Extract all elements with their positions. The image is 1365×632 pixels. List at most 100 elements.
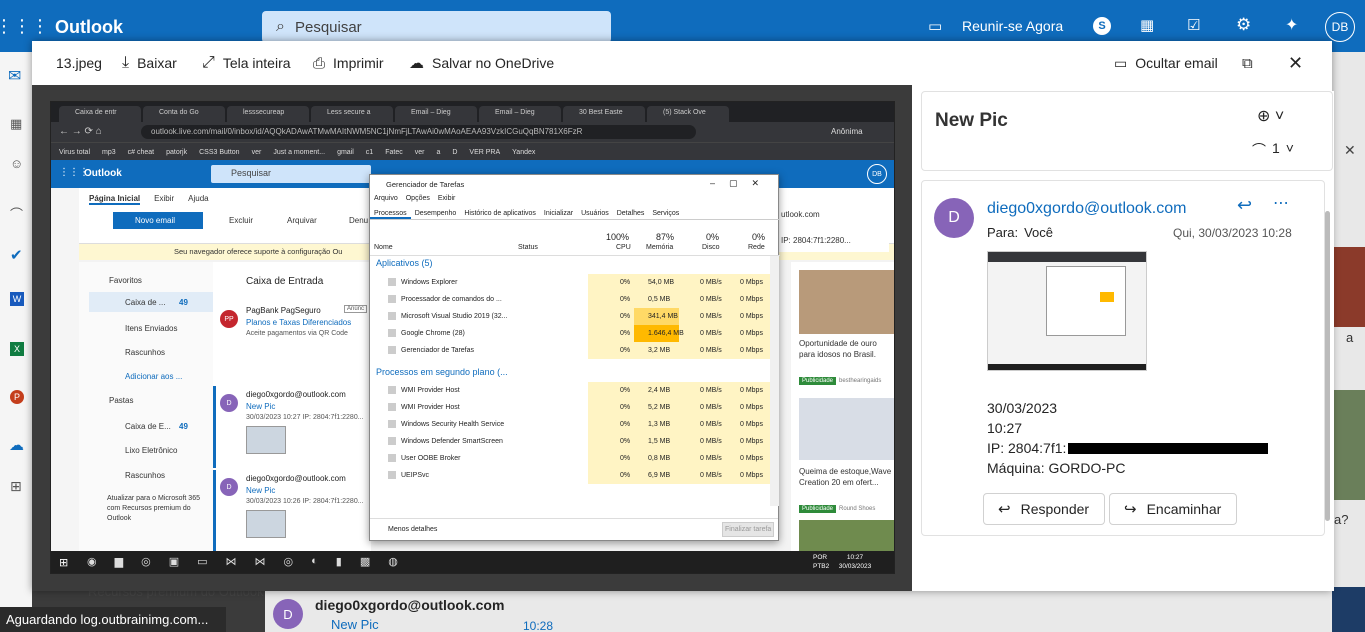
tm-process-net: 0 Mbps xyxy=(740,387,763,394)
skype-icon[interactable]: S xyxy=(1093,17,1111,35)
tm-scrollbar xyxy=(770,256,779,506)
tm-process-disk: 0 MB/s xyxy=(700,313,722,320)
mail-icon[interactable]: ✉ xyxy=(8,66,21,86)
bookmark-item: D xyxy=(452,148,458,156)
inner-add: Adicionar aos ... xyxy=(125,372,183,381)
inner-mail-item: Ddiego0xgordo@outlook.com New Pic 30/03/20… xyxy=(213,470,371,552)
tm-process-row: Windows Security Health Service 0% 1,3 MB 0… xyxy=(370,416,770,433)
print-button[interactable]: ⎙ Imprimir xyxy=(313,41,384,85)
bookmark-item: c1 xyxy=(365,148,374,156)
screenshot-image: Caixa de entr Conta do Go lesssecureap Less… xyxy=(50,101,895,574)
incognito-label: Anônima xyxy=(831,127,863,136)
tm-bg-group: Processos em segundo plano (... xyxy=(376,367,508,377)
tm-col-disk: Disco xyxy=(702,244,720,251)
tm-process-icon xyxy=(388,403,396,411)
forward-button[interactable]: ↪ Encaminhar xyxy=(1109,493,1237,525)
app-launcher-icon[interactable]: ⋮⋮⋮ xyxy=(0,14,49,38)
tm-process-mem: 2,4 MB xyxy=(648,387,671,394)
people-icon[interactable]: ☺ xyxy=(10,156,23,171)
ad-text-1: Oportunidade de ouro para idosos no Bras… xyxy=(799,339,877,359)
clock-date: 30/03/2023 xyxy=(838,563,872,570)
background-text: a xyxy=(1346,330,1354,345)
office-icon[interactable]: ▦ xyxy=(1140,16,1154,34)
status-bar: Aguardando log.outbrainimg.com... xyxy=(0,607,226,632)
inner-mail-preview: Aceite pagamentos via QR Code xyxy=(246,330,348,337)
excel-icon[interactable]: X xyxy=(10,342,24,356)
ribbon-tab: Exibir xyxy=(154,194,175,203)
ad-image-1 xyxy=(799,270,894,334)
todo-check-icon[interactable]: ✔ xyxy=(10,246,23,264)
bookmark-item: mp3 xyxy=(102,148,116,156)
tm-process-icon xyxy=(388,420,396,428)
side-scrollbar[interactable] xyxy=(1325,211,1330,521)
search-box[interactable]: ⌕ Pesquisar xyxy=(262,11,611,43)
reply-arrow-icon[interactable]: ↩ xyxy=(1237,195,1252,216)
meet-now-label[interactable]: Reunir-se Agora xyxy=(962,18,1063,34)
tm-apps-group: Aplicativos (5) xyxy=(376,258,433,268)
body-machine: Máquina: GORDO-PC xyxy=(987,460,1126,476)
tm-process-row: WMI Provider Host 0% 2,4 MB 0 MB/s 0 Mbps xyxy=(370,382,770,399)
save-onedrive-button[interactable]: ☁ Salvar no OneDrive xyxy=(409,41,554,85)
inner-mail-subject: Planos e Taxas Diferenciados xyxy=(246,318,352,327)
inner-mail-subject: New Pic xyxy=(246,402,276,411)
attach-icon[interactable]: ⌒ xyxy=(10,204,23,223)
more-apps-icon[interactable]: ⊞ xyxy=(10,478,22,495)
reply-button[interactable]: ↩ Responder xyxy=(983,493,1105,525)
tm-process-icon xyxy=(388,295,396,303)
tm-process-name: UEIPSvc xyxy=(401,472,430,479)
zoom-icon[interactable]: ⊕ ˅ xyxy=(1257,106,1284,126)
lightbulb-icon[interactable]: ✦ xyxy=(1285,15,1298,35)
ribbon-tab: Página Inicial xyxy=(89,194,141,205)
tm-process-disk: 0 MB/s xyxy=(700,347,722,354)
tm-tab: Processos xyxy=(370,208,411,219)
gear-icon[interactable]: ⚙ xyxy=(1236,15,1251,35)
browser-tab: lesssecureap xyxy=(227,106,309,122)
bookmark-item: patorjk xyxy=(166,148,188,156)
tm-tab: Detalhes xyxy=(616,210,645,217)
inner-inbox2-count: 49 xyxy=(179,422,188,431)
tm-tab: Desempenho xyxy=(414,210,457,217)
bookmark-item: Fatec xyxy=(385,148,403,156)
tm-menu-item: Exibir xyxy=(437,195,456,202)
tm-menu-item: Opções xyxy=(405,195,430,202)
inline-image-thumbnail[interactable] xyxy=(987,251,1147,371)
calendar-icon[interactable]: ▦ xyxy=(10,116,22,132)
tm-process-row: Windows Defender SmartScreen 0% 1,5 MB 0 MB… xyxy=(370,433,770,450)
avatar[interactable]: DB xyxy=(1325,12,1355,42)
inner-search: Pesquisar xyxy=(211,165,371,183)
close-button[interactable]: ✕ xyxy=(1288,41,1303,85)
attachment-preview-dialog: 13.jpeg ⤓ Baixar ⤢ Tela inteira ⎙ Imprimir … xyxy=(32,41,1334,591)
hide-email-button[interactable]: ▭ Ocultar email xyxy=(1114,41,1218,85)
tm-process-row: Google Chrome (28) 0% 1.646,4 MB 0 MB/s 0 Mb… xyxy=(370,325,770,342)
tm-process-disk: 0 MB/s xyxy=(700,330,722,337)
left-rail: ✉ ▦ ☺ ⌒ ✔ W X P ☁ ⊞ xyxy=(0,52,32,632)
word-icon[interactable]: W xyxy=(10,292,24,306)
inner-list-title: Caixa de Entrada xyxy=(246,276,324,287)
forward-label: Encaminhar xyxy=(1146,501,1222,517)
inner-mail-preview: 30/03/2023 10:26 IP: 2804:7f1:2280... xyxy=(246,498,364,505)
tm-process-cpu: 0% xyxy=(620,296,631,303)
download-button[interactable]: ⤓ Baixar xyxy=(122,41,177,85)
browser-tabbar: Caixa de entr Conta do Go lesssecureap Less… xyxy=(51,102,894,122)
tm-process-icon xyxy=(388,471,396,479)
video-icon[interactable]: ▭ xyxy=(928,17,942,35)
popout-button[interactable]: ⧉ xyxy=(1242,41,1253,85)
sender-avatar[interactable]: D xyxy=(934,198,974,238)
panel-icon: ▭ xyxy=(1114,54,1128,71)
tm-process-cpu: 0% xyxy=(620,279,631,286)
tm-process-icon xyxy=(388,329,396,337)
app-title[interactable]: Outlook xyxy=(55,17,123,38)
more-options-icon[interactable]: ⋯ xyxy=(1273,193,1289,213)
tm-process-mem: 1,3 MB xyxy=(648,421,671,428)
todo-icon[interactable]: ☑ xyxy=(1187,16,1200,34)
attachments-button[interactable]: ⌒ 1 ˅ xyxy=(1252,140,1294,160)
fullscreen-button[interactable]: ⤢ Tela inteira xyxy=(202,41,291,85)
powerpoint-icon[interactable]: P xyxy=(10,390,24,404)
redaction-bar xyxy=(1068,442,1269,454)
tm-process-cpu: 0% xyxy=(620,313,631,320)
onedrive-icon[interactable]: ☁ xyxy=(9,436,24,454)
tm-process-cpu: 0% xyxy=(620,347,631,354)
inner-mail-list: Caixa de Entrada PP PagBank PagSeguro Plan… xyxy=(213,262,371,573)
sender-email[interactable]: diego0xgordo@outlook.com xyxy=(987,200,1186,218)
ad-text-2: Queima de estoque,Wave Creation 20 em of… xyxy=(799,467,892,487)
